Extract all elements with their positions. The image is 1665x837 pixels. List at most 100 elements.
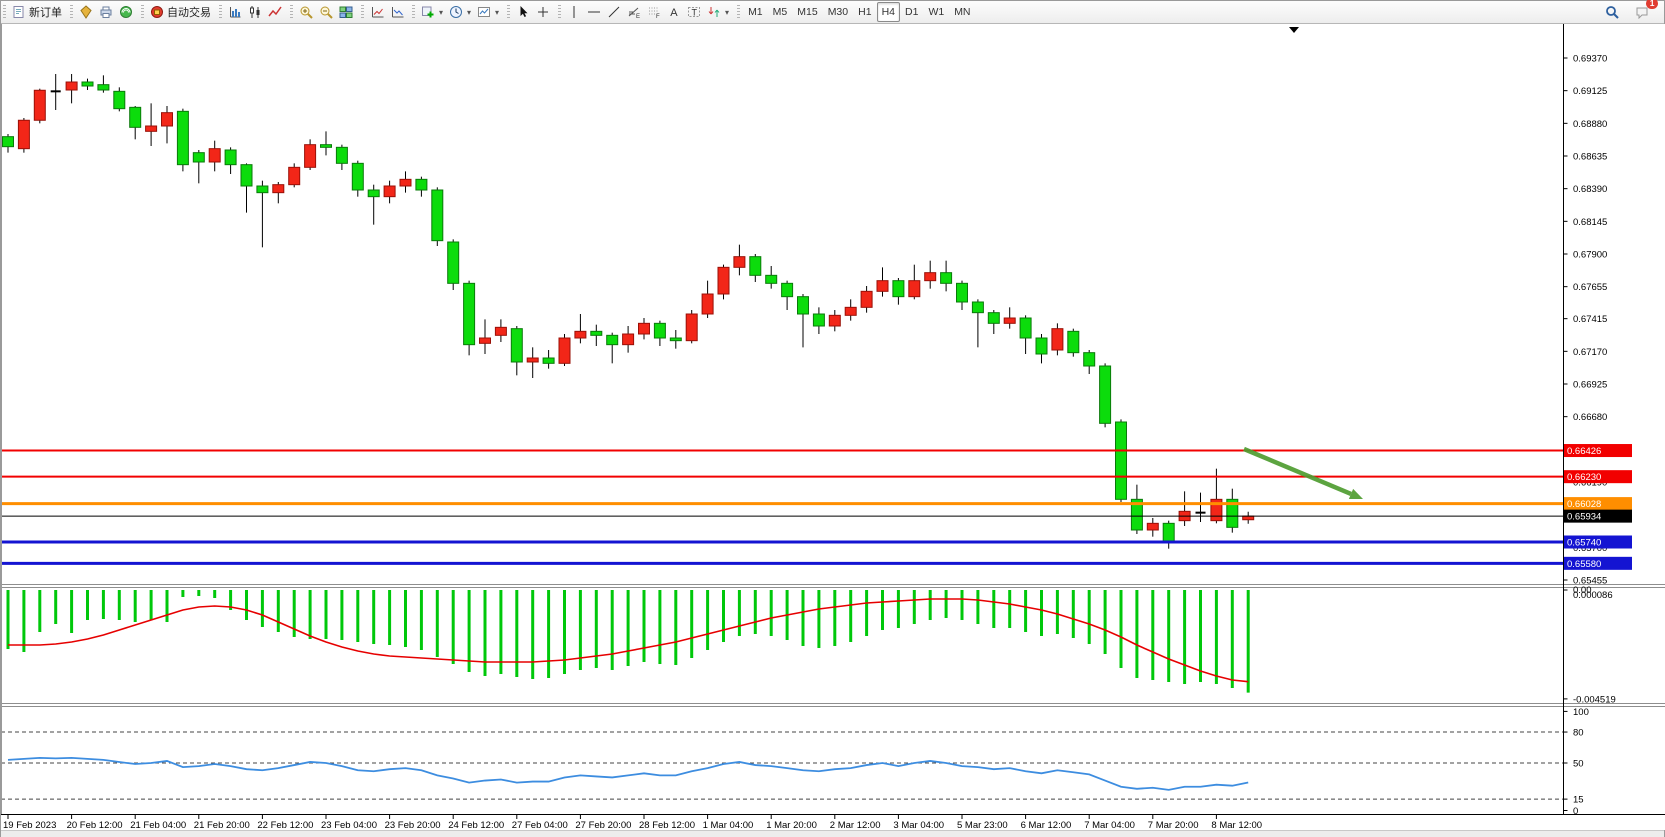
line-chart-icon xyxy=(268,5,282,19)
chart-canvas[interactable]: 0.693700.691250.688800.686350.683900.681… xyxy=(1,24,1665,830)
trendline-button[interactable] xyxy=(604,2,624,22)
svg-text:0.66230: 0.66230 xyxy=(1567,472,1601,483)
notifications-button[interactable]: 1 xyxy=(1632,2,1652,22)
candle xyxy=(511,329,522,362)
channel-button[interactable]: F xyxy=(644,2,664,22)
periodicity-button[interactable]: ▾ xyxy=(446,2,474,22)
text-icon: A xyxy=(667,5,681,19)
svg-text:-0.004519: -0.004519 xyxy=(1573,694,1616,705)
data-feed-button[interactable] xyxy=(116,2,136,22)
cursor-icon xyxy=(516,5,530,19)
line-chart-button[interactable] xyxy=(265,2,285,22)
search-button[interactable] xyxy=(1602,2,1622,22)
candle xyxy=(146,126,157,131)
zoom-in-button[interactable] xyxy=(296,2,316,22)
svg-text:0.69370: 0.69370 xyxy=(1573,54,1607,65)
timeframe-button-M30[interactable]: M30 xyxy=(823,2,853,22)
candle xyxy=(766,275,777,283)
indicator-remove-button[interactable] xyxy=(387,2,407,22)
toolbar-right: 1 xyxy=(1602,2,1664,22)
dropdown-arrow-icon[interactable]: ▾ xyxy=(467,8,471,17)
svg-text:24 Feb 12:00: 24 Feb 12:00 xyxy=(448,820,504,830)
timeframe-button-MN[interactable]: MN xyxy=(949,2,975,22)
main-toolbar: 新订单 自动交易 ▾ ▾ ▾ E F A T ▾ M1M5M15M30H1H4D1W1MN 1 xyxy=(1,1,1664,24)
timeframe-button-H1[interactable]: H1 xyxy=(853,2,876,22)
candlestick-chart-icon xyxy=(248,5,262,19)
candle xyxy=(368,190,379,197)
svg-text:0.65740: 0.65740 xyxy=(1567,538,1601,549)
tile-windows-button[interactable] xyxy=(336,2,356,22)
horizontal-line-button[interactable] xyxy=(584,2,604,22)
indicator-window-button[interactable] xyxy=(367,2,387,22)
print-preview-button[interactable] xyxy=(96,2,116,22)
candle xyxy=(1163,523,1174,542)
svg-text:8 Mar 12:00: 8 Mar 12:00 xyxy=(1211,820,1262,830)
cursor-button[interactable] xyxy=(513,2,533,22)
svg-text:0.66426: 0.66426 xyxy=(1567,446,1601,457)
label-icon: T xyxy=(687,5,701,19)
candle xyxy=(559,338,570,363)
candle xyxy=(734,257,745,268)
candle xyxy=(98,85,109,90)
chart-window-button[interactable] xyxy=(76,2,96,22)
timeframe-button-M5[interactable]: M5 xyxy=(768,2,793,22)
tile-windows-icon xyxy=(339,5,353,19)
candle xyxy=(177,111,188,164)
template-button[interactable]: ▾ xyxy=(474,2,502,22)
add-indicator-button[interactable]: ▾ xyxy=(418,2,446,22)
svg-text:0.66028: 0.66028 xyxy=(1567,499,1601,510)
svg-text:21 Feb 20:00: 21 Feb 20:00 xyxy=(194,820,250,830)
template-icon xyxy=(477,5,491,19)
fibonacci-icon: E xyxy=(627,5,641,19)
zoom-out-button[interactable] xyxy=(316,2,336,22)
candle xyxy=(209,149,220,162)
arrows-icon xyxy=(707,5,721,19)
candle xyxy=(241,165,252,186)
candle xyxy=(66,82,77,90)
arrows-button[interactable]: ▾ xyxy=(704,2,732,22)
hline-icon xyxy=(587,5,601,19)
chart-workspace[interactable]: ▼ AUDUSD-,H4 0.65907 0.65967 0.65877 0.6… xyxy=(1,24,1665,830)
toolbar-group-zoom xyxy=(288,1,359,23)
price-badge-0.65740: 0.65740 xyxy=(1564,536,1632,549)
bar-chart-button[interactable] xyxy=(225,2,245,22)
autotrade-button[interactable]: 自动交易 xyxy=(147,2,214,22)
vertical-line-button[interactable] xyxy=(564,2,584,22)
toolbar-group-pointer xyxy=(505,1,556,23)
svg-text:T: T xyxy=(692,8,698,18)
timeframe-button-M15[interactable]: M15 xyxy=(792,2,822,22)
candlestick-chart-button[interactable] xyxy=(245,2,265,22)
svg-text:80: 80 xyxy=(1573,728,1584,739)
text-button[interactable]: A xyxy=(664,2,684,22)
crosshair-button[interactable] xyxy=(533,2,553,22)
svg-text:0.66925: 0.66925 xyxy=(1573,380,1607,391)
candle xyxy=(193,153,204,162)
toolbar-group-objects: E F A T ▾ xyxy=(556,1,735,23)
candle xyxy=(702,294,713,314)
label-button[interactable]: T xyxy=(684,2,704,22)
candle xyxy=(957,283,968,302)
indicator-window-icon xyxy=(370,5,384,19)
timeframe-button-D1[interactable]: D1 xyxy=(900,2,923,22)
svg-text:50: 50 xyxy=(1573,759,1584,770)
timeframe-button-H4[interactable]: H4 xyxy=(877,2,900,22)
svg-text:0.66680: 0.66680 xyxy=(1573,412,1607,423)
candle xyxy=(686,314,697,341)
new-order-button[interactable]: 新订单 xyxy=(9,2,65,22)
svg-text:F: F xyxy=(656,14,660,19)
candle xyxy=(400,179,411,186)
dropdown-arrow-icon[interactable]: ▾ xyxy=(495,8,499,17)
svg-text:0.65580: 0.65580 xyxy=(1567,559,1601,570)
timeframe-button-W1[interactable]: W1 xyxy=(923,2,949,22)
timeframe-button-M1[interactable]: M1 xyxy=(743,2,768,22)
svg-text:0.67170: 0.67170 xyxy=(1573,347,1607,358)
toolbar-group-orders: 新订单 xyxy=(1,1,68,23)
status-bar xyxy=(1,830,1664,837)
price-badge-0.65580: 0.65580 xyxy=(1564,557,1632,570)
candle xyxy=(639,323,650,334)
fibonacci-button[interactable]: E xyxy=(624,2,644,22)
dropdown-arrow-icon[interactable]: ▾ xyxy=(439,8,443,17)
candle xyxy=(336,147,347,163)
mt4-window: 新订单 自动交易 ▾ ▾ ▾ E F A T ▾ M1M5M15M30H1H4D1W1MN 1 ▼ … xyxy=(0,0,1665,837)
dropdown-arrow-icon[interactable]: ▾ xyxy=(725,8,729,17)
